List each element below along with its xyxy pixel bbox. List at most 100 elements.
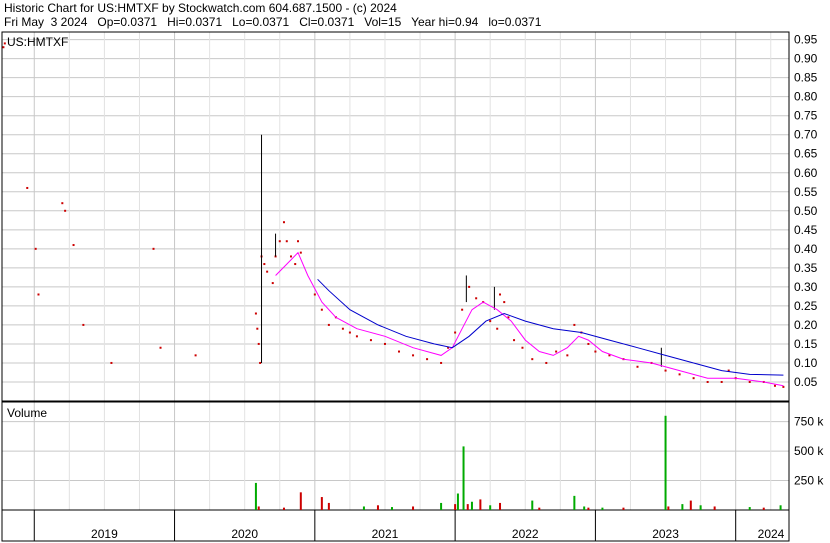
price-point: [194, 354, 197, 357]
volume-bar: [254, 482, 257, 510]
price-point: [327, 323, 330, 326]
volume-bar: [456, 493, 459, 510]
price-point: [110, 361, 113, 364]
volume-bar: [470, 501, 473, 510]
volume-bars: [254, 415, 782, 510]
price-point: [573, 323, 576, 326]
price-tick-label: 0.45: [794, 223, 818, 237]
price-tick-label: 0.40: [794, 242, 818, 256]
price-point: [383, 342, 386, 345]
price-point: [664, 369, 667, 372]
volume-bar: [573, 495, 576, 510]
date-tick-label: 2019: [91, 527, 118, 541]
price-point: [531, 358, 534, 361]
price-tick-label: 0.75: [794, 109, 818, 123]
volume-panel-title: Volume: [7, 406, 47, 420]
price-point: [398, 350, 401, 353]
volume-bar: [538, 507, 541, 510]
volume-tick-label: 500 k: [794, 444, 824, 458]
volume-bar: [412, 506, 415, 510]
price-tick-label: 0.05: [794, 375, 818, 389]
volume-bar: [489, 505, 492, 510]
price-point: [289, 255, 292, 258]
price-tick-label: 0.10: [794, 356, 818, 370]
price-grid: [2, 39, 789, 383]
volume-bar: [622, 507, 625, 510]
volume-bar: [664, 415, 667, 510]
price-point: [159, 346, 162, 349]
price-point: [720, 380, 723, 383]
volume-bar: [440, 502, 443, 510]
price-tick-label: 0.20: [794, 318, 818, 332]
price-tick-label: 0.85: [794, 71, 818, 85]
price-point: [3, 42, 6, 45]
price-point: [34, 247, 37, 250]
price-point: [299, 251, 302, 254]
price-point: [748, 380, 751, 383]
price-tick-label: 0.95: [794, 33, 818, 47]
price-point: [348, 331, 351, 334]
price-point: [72, 244, 75, 247]
price-tick-label: 0.70: [794, 128, 818, 142]
price-point: [259, 361, 262, 364]
volume-bar: [583, 506, 586, 510]
price-point: [489, 320, 492, 323]
volume-axis: 250 k 500 k 750 k: [794, 415, 824, 488]
volume-bar: [499, 502, 502, 510]
volume-panel-frame: [1, 401, 790, 511]
price-point: [282, 221, 285, 224]
price-point: [426, 358, 429, 361]
price-point: [587, 342, 590, 345]
date-tick-label: 2024: [758, 527, 785, 541]
price-point: [82, 323, 85, 326]
price-point: [313, 293, 316, 296]
price-point: [513, 339, 516, 342]
price-point: [341, 327, 344, 330]
volume-bar: [320, 497, 323, 510]
price-tick-label: 0.35: [794, 261, 818, 275]
volume-bar: [376, 505, 379, 510]
price-point: [503, 301, 506, 304]
volume-bar: [299, 492, 302, 510]
price-point: [37, 293, 40, 296]
price-point: [320, 308, 323, 311]
price-panel-title: US:HMTXF: [7, 35, 68, 49]
price-point: [468, 285, 471, 288]
date-tick-label: 2021: [372, 527, 399, 541]
volume-bar: [362, 506, 365, 510]
date-tick-label: 2023: [652, 527, 679, 541]
volume-bar: [681, 504, 684, 510]
date-axis: 2019 2020 2021 2022 2023 2024: [91, 527, 785, 541]
ma-long-line: [317, 278, 784, 376]
price-tick-label: 0.65: [794, 147, 818, 161]
volume-bar: [257, 506, 260, 510]
volume-bar: [531, 500, 534, 510]
price-point: [475, 297, 478, 300]
price-point: [369, 339, 372, 342]
price-point: [499, 293, 502, 296]
price-tick-label: 0.15: [794, 337, 818, 351]
price-tick-label: 0.25: [794, 299, 818, 313]
volume-bar: [462, 446, 465, 510]
volume-bar: [713, 506, 716, 510]
price-point: [773, 384, 776, 387]
price-tick-label: 0.80: [794, 90, 818, 104]
volume-bar: [587, 507, 590, 510]
price-point: [454, 331, 457, 334]
price-tick-label: 0.90: [794, 52, 818, 66]
price-point: [521, 346, 524, 349]
price-point: [263, 263, 266, 266]
price-series: [2, 42, 785, 388]
volume-bar: [282, 507, 285, 510]
price-point: [636, 365, 639, 368]
price-point: [254, 312, 257, 315]
price-point: [266, 270, 269, 273]
volume-bar: [601, 507, 604, 510]
stock-chart: US:HMTXF Volume 0.05 0.10 0.15 0.20 0.25 0.30…: [1, 31, 824, 542]
date-tick-label: 2020: [231, 527, 258, 541]
price-point: [461, 308, 464, 311]
price-point: [64, 209, 67, 212]
volume-tick-label: 750 k: [794, 415, 824, 429]
volume-bar: [762, 507, 765, 510]
price-point: [692, 377, 695, 380]
